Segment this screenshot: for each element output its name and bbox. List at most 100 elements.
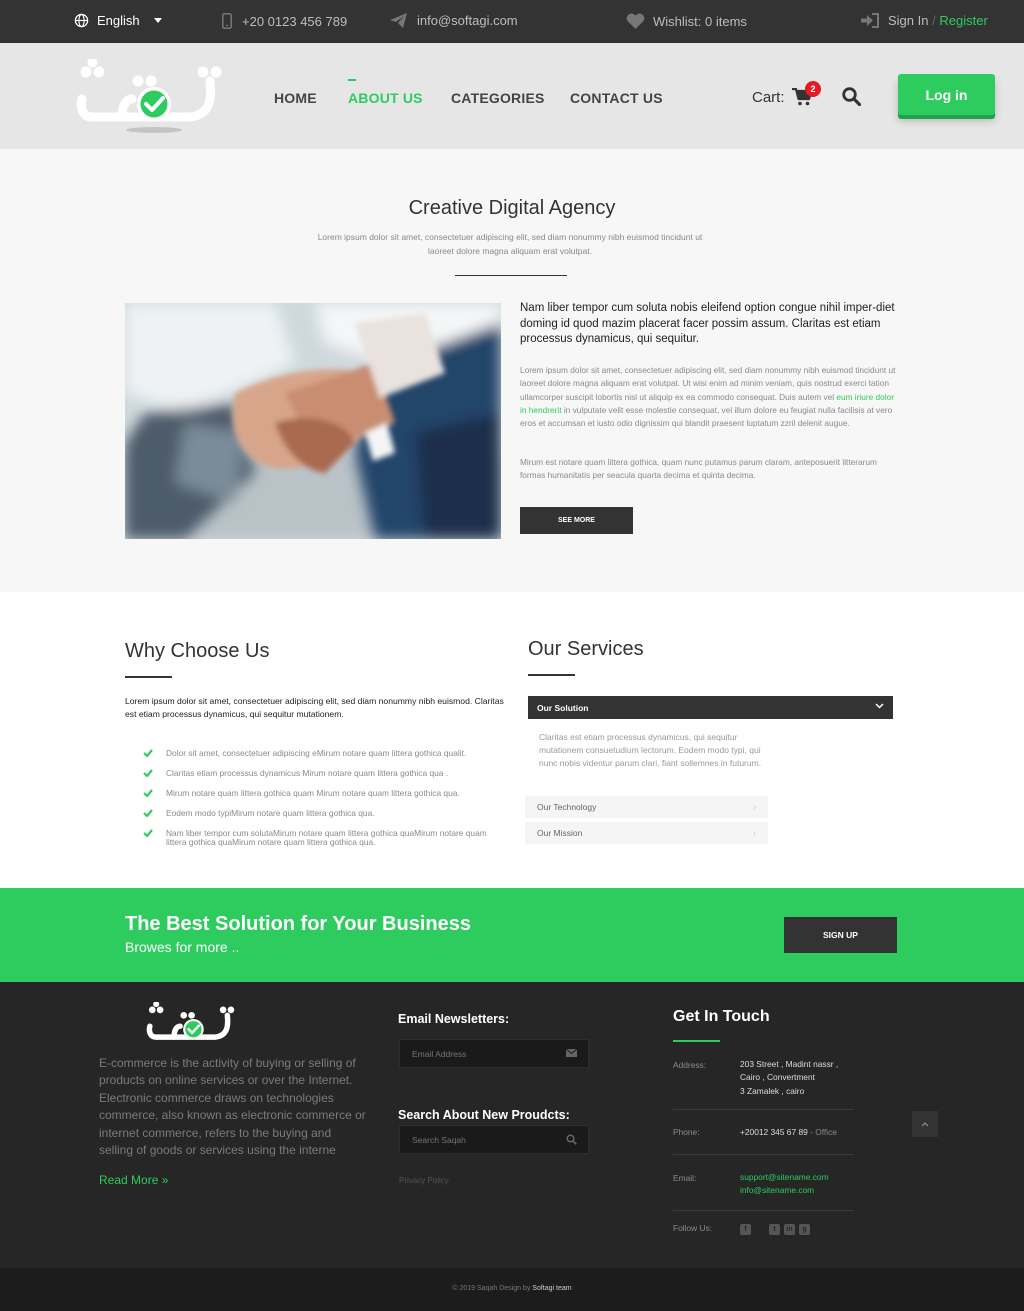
about-section: Creative Digital Agency Lorem ipsum dolo… bbox=[0, 149, 1024, 592]
divider bbox=[673, 1154, 854, 1155]
scroll-to-top-button[interactable] bbox=[912, 1111, 938, 1137]
nav-about-us[interactable]: ABOUT US bbox=[348, 90, 423, 106]
copyright-bar: © 2019 Saqah Design by Softagi team bbox=[0, 1268, 1024, 1311]
account-links: Sign In / Register bbox=[861, 13, 988, 28]
chevron-down-icon bbox=[875, 703, 884, 709]
wishlist-link[interactable]: Wishlist: 0 items bbox=[626, 13, 747, 29]
twitter-icon[interactable]: t bbox=[769, 1224, 780, 1235]
nav-contact-us[interactable]: CONTACT US bbox=[570, 90, 663, 106]
divider bbox=[673, 1210, 854, 1211]
accordion-our-technology[interactable]: Our Technology › bbox=[525, 796, 768, 818]
site-footer: E-commerce is the activity of buying or … bbox=[0, 982, 1024, 1268]
google-plus-icon[interactable]: g bbox=[799, 1224, 810, 1235]
list-item: Eodem modo typiMirum notare quam littera… bbox=[143, 808, 503, 818]
chevron-up-icon bbox=[921, 1122, 929, 1127]
address-value: 203 Street , Madint nassr , Cairo , Conv… bbox=[740, 1059, 839, 1096]
accordion-item-label: Our Mission bbox=[537, 828, 583, 838]
search-icon[interactable] bbox=[842, 87, 861, 106]
about-divider bbox=[455, 275, 567, 276]
email-values: support@sitename.com info@sitename.com bbox=[740, 1171, 829, 1198]
accordion-our-mission[interactable]: Our Mission › bbox=[525, 822, 768, 844]
about-image bbox=[125, 303, 501, 539]
nav-categories[interactable]: CATEGORIES bbox=[451, 90, 545, 106]
envelope-icon[interactable] bbox=[566, 1049, 577, 1057]
sign-in-link[interactable]: Sign In bbox=[888, 13, 928, 28]
accordion-header-label: Our Solution bbox=[537, 703, 589, 713]
why-feature-list: Dolor sit amet, consectetuer adipiscing … bbox=[143, 748, 503, 858]
our-services-title: Our Services bbox=[528, 638, 644, 660]
linkedin-icon[interactable]: in bbox=[784, 1224, 795, 1235]
register-link[interactable]: Register bbox=[939, 13, 987, 28]
about-body-paragraph-2: Mirum est notare quam littera gothica, q… bbox=[520, 457, 877, 481]
footer-description: E-commerce is the activity of buying or … bbox=[99, 1056, 366, 1158]
login-button[interactable]: Log in bbox=[898, 74, 995, 115]
facebook-icon[interactable]: f bbox=[740, 1224, 751, 1235]
email-label: Email: bbox=[673, 1173, 697, 1183]
globe-icon bbox=[74, 13, 89, 28]
accordion-our-solution-body: Claritas est etiam processus dynamicus, … bbox=[539, 732, 762, 768]
address-label: Address: bbox=[673, 1060, 707, 1070]
heart-icon bbox=[626, 13, 645, 29]
check-icon bbox=[143, 828, 153, 837]
chevron-right-icon: › bbox=[752, 828, 756, 839]
about-body-paragraph-1: Lorem ipsum dolor sit amet, consectetuer… bbox=[520, 365, 896, 429]
newsletter-email-input[interactable] bbox=[399, 1039, 589, 1068]
check-icon bbox=[143, 769, 153, 777]
phone-label: Phone: bbox=[673, 1127, 700, 1137]
caret-down-icon bbox=[153, 18, 162, 23]
list-item: Dolor sit amet, consectetuer adipiscing … bbox=[143, 748, 503, 758]
chevron-right-icon: › bbox=[752, 802, 756, 813]
why-choose-us-title: Why Choose Us bbox=[125, 640, 270, 662]
accordion-item-label: Our Technology bbox=[537, 802, 597, 812]
see-more-button[interactable]: SEE MORE bbox=[520, 507, 633, 534]
check-icon bbox=[143, 809, 153, 817]
cart-count-badge: 2 bbox=[805, 81, 821, 97]
check-icon bbox=[143, 749, 153, 757]
read-more-link[interactable]: Read More » bbox=[99, 1173, 168, 1187]
nav-home[interactable]: HOME bbox=[274, 90, 317, 106]
cta-title: The Best Solution for Your Business bbox=[125, 913, 471, 935]
product-search-input[interactable] bbox=[399, 1125, 589, 1154]
list-item: Claritas etiam processus dynamicus Mirum… bbox=[143, 768, 503, 778]
footer-logo[interactable] bbox=[143, 1002, 239, 1048]
phone-info: +20 0123 456 789 bbox=[222, 13, 347, 29]
main-header: HOME ABOUT US CATEGORIES CONTACT US Cart… bbox=[0, 43, 1024, 149]
paper-plane-icon bbox=[390, 13, 407, 28]
top-bar: English +20 0123 456 789 info@softagi.co… bbox=[0, 0, 1024, 43]
get-in-touch-title: Get In Touch bbox=[673, 1008, 770, 1025]
cta-banner: The Best Solution for Your Business Brow… bbox=[0, 888, 1024, 982]
info-email-link[interactable]: info@sitename.com bbox=[740, 1184, 829, 1197]
about-title: Creative Digital Agency bbox=[408, 197, 616, 219]
search-products-heading: Search About New Proudcts: bbox=[398, 1108, 570, 1122]
language-label: English bbox=[97, 13, 140, 28]
copyright-text: © 2019 Saqah Design by Softagi team bbox=[452, 1285, 572, 1292]
get-in-touch-divider bbox=[673, 1040, 720, 1042]
search-icon[interactable] bbox=[566, 1134, 577, 1145]
nav-active-indicator bbox=[348, 79, 356, 81]
list-item: Nam liber tempor cum solutaMirum notare … bbox=[143, 828, 503, 848]
sign-up-button[interactable]: SIGN UP bbox=[784, 917, 897, 953]
language-selector[interactable]: English bbox=[74, 13, 162, 28]
about-lead-text: Nam liber tempor cum soluta nobis eleife… bbox=[520, 302, 895, 345]
accordion-our-solution[interactable]: Our Solution bbox=[528, 696, 893, 719]
divider bbox=[673, 1109, 854, 1110]
sign-in-icon bbox=[861, 13, 879, 28]
newsletter-heading: Email Newsletters: bbox=[398, 1012, 510, 1026]
phone-text: +20 0123 456 789 bbox=[242, 13, 348, 29]
phone-value: +20012 345 67 89 - Office bbox=[740, 1127, 837, 1137]
softagi-team-link[interactable]: Softagi team bbox=[532, 1285, 571, 1292]
follow-us-label: Follow Us: bbox=[673, 1223, 713, 1233]
email-text: info@softagi.com bbox=[417, 13, 518, 28]
about-subtitle: Lorem ipsum dolor sit amet, consectetuer… bbox=[317, 232, 703, 256]
wishlist-text: Wishlist: 0 items bbox=[653, 13, 747, 29]
cart-label[interactable]: Cart: bbox=[752, 89, 785, 106]
email-info[interactable]: info@softagi.com bbox=[390, 13, 518, 28]
site-logo[interactable] bbox=[72, 59, 228, 135]
list-item: Mirum notare quam littera gothica quam M… bbox=[143, 788, 503, 798]
why-intro-text: Lorem ipsum dolor sit amet, consectetuer… bbox=[125, 696, 504, 719]
check-icon bbox=[143, 789, 153, 797]
link-separator: / bbox=[932, 13, 936, 28]
why-divider bbox=[125, 676, 172, 678]
privacy-policy-link[interactable]: Privacy Policy bbox=[399, 1176, 449, 1185]
support-email-link[interactable]: support@sitename.com bbox=[740, 1171, 829, 1184]
